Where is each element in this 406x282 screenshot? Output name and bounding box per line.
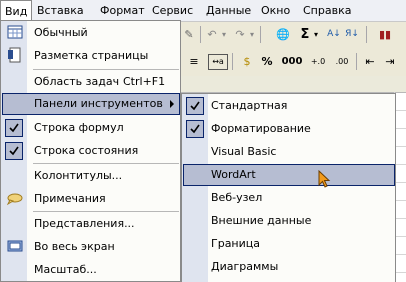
menu-separator — [33, 211, 179, 212]
redo-dropdown-icon[interactable]: ▾ — [248, 25, 256, 44]
menu-view[interactable]: Вид — [0, 0, 33, 21]
submenu-item-standard[interactable]: Стандартная — [183, 95, 395, 117]
format-painter-icon[interactable]: ✎ — [182, 25, 196, 44]
full-screen-icon — [6, 238, 24, 256]
menu-item-toolbars[interactable]: Панели инструментов — [2, 93, 180, 115]
undo-icon[interactable]: ↶ — [204, 25, 220, 44]
menu-tools[interactable]: Сервис — [152, 3, 193, 19]
menu-item-label: Масштаб... — [34, 263, 97, 276]
standard-toolbar: ✎ ↶ ▾ ↷ ▾ 🌐 Σ ▾ A↓ Я↓ ▮▮ — [180, 22, 406, 47]
sort-ascending-icon[interactable]: A↓ — [326, 25, 342, 44]
menu-item-page-layout[interactable]: Разметка страницы — [2, 45, 180, 67]
checkmark-icon — [5, 119, 23, 137]
menu-item-zoom[interactable]: Масштаб... — [2, 259, 180, 281]
menu-format[interactable]: Формат — [100, 3, 145, 19]
menu-item-label: Колонтитулы... — [34, 169, 123, 182]
comments-icon — [6, 190, 24, 208]
submenu-item-label: Диаграммы — [211, 260, 279, 273]
menu-item-label: Обычный — [34, 26, 88, 39]
menu-item-label: Разметка страницы — [34, 49, 149, 62]
menu-item-label: Примечания — [34, 192, 106, 205]
submenu-item-formatting[interactable]: Форматирование — [183, 118, 395, 140]
menu-item-label: Строка формул — [34, 121, 124, 134]
autosum-icon[interactable]: Σ — [298, 25, 312, 44]
menu-separator — [33, 163, 179, 164]
menu-item-label: Представления... — [34, 217, 135, 230]
menu-item-shortcut: Ctrl+F1 — [123, 75, 166, 88]
submenu-item-label: Форматирование — [211, 122, 311, 135]
menu-item-label: Во весь экран — [34, 240, 115, 253]
submenu-item-external-data[interactable]: Внешние данные — [183, 210, 395, 232]
undo-dropdown-icon[interactable]: ▾ — [220, 25, 228, 44]
menu-item-comments[interactable]: Примечания — [2, 188, 180, 210]
toolbar-area: ✎ ↶ ▾ ↷ ▾ 🌐 Σ ▾ A↓ Я↓ ▮▮ ≡ ↔a $ % 000 +.… — [180, 22, 406, 76]
menu-item-header-footer[interactable]: Колонтитулы... — [2, 165, 180, 187]
view-menu: Обычный Разметка страницы Область задач … — [0, 20, 181, 282]
align-right-icon[interactable]: ≡ — [186, 52, 202, 71]
submenu-item-borders[interactable]: Граница — [183, 233, 395, 255]
menu-item-label: Область задач — [34, 75, 120, 88]
menu-window[interactable]: Окно — [261, 3, 290, 19]
submenu-item-label: Внешние данные — [211, 214, 312, 227]
menu-item-full-screen[interactable]: Во весь экран — [2, 236, 180, 258]
decrease-decimal-icon[interactable]: .00 — [332, 52, 352, 71]
formatting-toolbar: ≡ ↔a $ % 000 +.0 .00 ⇤ ⇥ — [180, 49, 406, 74]
decrease-indent-icon[interactable]: ⇤ — [362, 52, 378, 71]
submenu-item-label: Стандартная — [211, 99, 288, 112]
submenu-item-label: WordArt — [211, 168, 256, 181]
hyperlink-icon[interactable]: 🌐 — [274, 25, 292, 44]
page-layout-icon — [6, 47, 24, 65]
submenu-item-label: Граница — [211, 237, 261, 250]
column-header — [180, 76, 406, 93]
percent-icon[interactable]: % — [260, 52, 274, 71]
menu-help[interactable]: Справка — [303, 3, 351, 19]
increase-indent-icon[interactable]: ⇥ — [382, 52, 398, 71]
merge-center-icon[interactable]: ↔a — [208, 54, 228, 70]
checkmark-icon — [186, 97, 204, 115]
mouse-cursor-icon — [318, 170, 331, 188]
submenu-item-web[interactable]: Веб-узел — [183, 187, 395, 209]
toolbars-submenu: Стандартная Форматирование Visual Basic … — [181, 93, 396, 282]
menu-bar: Вид Вставка Формат Сервис Данные Окно Сп… — [0, 0, 406, 22]
chart-wizard-icon[interactable]: ▮▮ — [376, 25, 394, 44]
submenu-item-wordart[interactable]: WordArt — [183, 164, 395, 186]
normal-view-icon — [6, 24, 24, 42]
submenu-item-label: Visual Basic — [211, 145, 277, 158]
submenu-item-label: Веб-узел — [211, 191, 263, 204]
increase-decimal-icon[interactable]: +.0 — [308, 52, 328, 71]
menu-item-task-pane[interactable]: Область задач Ctrl+F1 — [2, 71, 180, 93]
menu-item-normal[interactable]: Обычный — [2, 22, 180, 44]
checkmark-icon — [5, 142, 23, 160]
submenu-item-chart[interactable]: Диаграммы — [183, 256, 395, 278]
menu-item-label: Строка состояния — [34, 144, 139, 157]
checkmark-icon — [186, 120, 204, 138]
sort-descending-icon[interactable]: Я↓ — [344, 25, 360, 44]
menu-item-label: Панели инструментов — [34, 97, 163, 110]
menu-separator — [33, 69, 179, 70]
redo-icon[interactable]: ↷ — [232, 25, 248, 44]
submenu-arrow-icon — [170, 100, 174, 108]
menu-data[interactable]: Данные — [206, 3, 251, 19]
menu-item-formula-bar[interactable]: Строка формул — [2, 117, 180, 139]
autosum-dropdown-icon[interactable]: ▾ — [312, 25, 320, 44]
submenu-item-visual-basic[interactable]: Visual Basic — [183, 141, 395, 163]
menu-insert[interactable]: Вставка — [37, 3, 84, 19]
menu-item-status-bar[interactable]: Строка состояния — [2, 140, 180, 162]
currency-icon[interactable]: $ — [238, 52, 256, 71]
menu-item-custom-views[interactable]: Представления... — [2, 213, 180, 235]
thousands-separator-icon[interactable]: 000 — [280, 52, 304, 71]
